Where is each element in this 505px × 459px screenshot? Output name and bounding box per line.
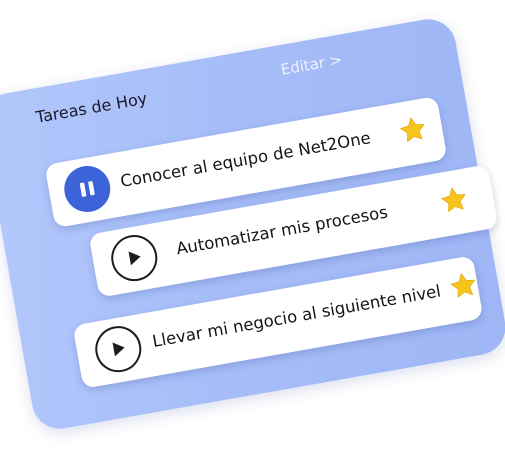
- pause-button[interactable]: [60, 162, 114, 216]
- play-icon: [112, 342, 125, 357]
- pause-icon: [79, 181, 95, 197]
- play-button[interactable]: [91, 322, 145, 376]
- play-button[interactable]: [107, 231, 161, 285]
- star-icon[interactable]: [447, 269, 479, 301]
- play-icon: [128, 251, 141, 266]
- star-icon[interactable]: [397, 113, 429, 145]
- star-icon[interactable]: [438, 183, 470, 215]
- task-widget: Tareas de Hoy Editar > Conocer al equipo…: [0, 0, 505, 459]
